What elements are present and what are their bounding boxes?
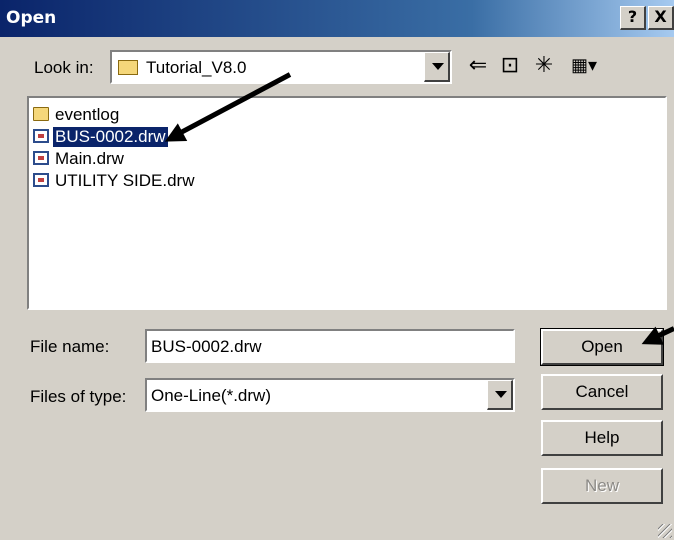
file-name-text: UTILITY SIDE.drw — [55, 171, 195, 190]
resize-grip[interactable] — [658, 524, 672, 538]
folder-icon — [118, 60, 138, 75]
file-type-label: Files of type: — [30, 387, 127, 406]
up-folder-icon[interactable]: ⊡ — [496, 50, 524, 80]
file-name-text: Main.drw — [55, 149, 124, 168]
close-title-button[interactable]: X — [648, 6, 674, 30]
help-title-button[interactable]: ? — [620, 6, 646, 30]
file-type-select[interactable]: One-Line(*.drw) — [145, 378, 515, 412]
title-bar[interactable]: Open ? X — [0, 0, 674, 37]
help-button[interactable]: Help — [541, 420, 663, 456]
back-arrow-icon[interactable]: ⇐ — [464, 50, 492, 80]
cancel-button[interactable]: Cancel — [541, 374, 663, 410]
drawing-file-icon — [33, 173, 49, 187]
file-name-text: eventlog — [55, 105, 120, 124]
file-name-value: BUS-0002.drw — [151, 337, 262, 356]
open-dialog: Open ? X Look in: Tutorial_V8.0 ⇐ ⊡ ✳ ▦▾… — [0, 0, 674, 540]
chevron-down-icon[interactable] — [424, 52, 450, 82]
chevron-down-icon[interactable] — [487, 380, 513, 410]
new-folder-icon[interactable]: ✳ — [530, 50, 558, 80]
folder-icon — [33, 107, 49, 121]
file-name-text: BUS-0002.drw — [53, 127, 168, 147]
drawing-file-icon — [33, 151, 49, 165]
view-menu-icon[interactable]: ▦▾ — [564, 50, 604, 80]
new-button[interactable]: New — [541, 468, 663, 504]
file-list[interactable]: eventlog BUS-0002.drw Main.drw UTILITY S… — [27, 96, 667, 310]
dialog-title: Open — [6, 8, 57, 28]
look-in-label: Look in: — [34, 58, 94, 77]
file-type-value: One-Line(*.drw) — [151, 386, 271, 405]
file-name-label: File name: — [30, 337, 110, 356]
look-in-value: Tutorial_V8.0 — [146, 58, 247, 77]
drawing-file-icon — [33, 129, 49, 143]
file-name-field[interactable]: BUS-0002.drw — [145, 329, 515, 363]
